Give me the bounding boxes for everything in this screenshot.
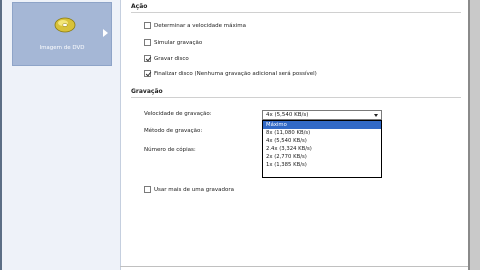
disc-icon: [54, 17, 76, 33]
speed-option[interactable]: Máximo: [263, 121, 381, 129]
checkbox-row-max-speed[interactable]: Determinar a velocidade máxima: [144, 22, 246, 29]
checkbox-label: Determinar a velocidade máxima: [154, 22, 247, 29]
sidebar: Imagem de DVD: [2, 0, 121, 270]
checkbox-row-finalize[interactable]: Finalizar disco (Nenhuma gravação adicio…: [144, 70, 317, 77]
speed-option[interactable]: 1x (1,385 KB/s): [263, 161, 381, 169]
speed-dropdown-list: Máximo 8x (11,080 KB/s) 4x (5,540 KB/s) …: [262, 120, 382, 178]
panel-bottom-border: [120, 266, 468, 267]
checkbox-row-write-disc[interactable]: Gravar disco: [144, 55, 189, 62]
sidebar-item-dvd-image[interactable]: Imagem de DVD: [12, 2, 112, 66]
checkbox-write-disc[interactable]: [144, 55, 151, 62]
speed-option[interactable]: 8x (11,080 KB/s): [263, 129, 381, 137]
speed-option[interactable]: 2.4x (3,324 KB/s): [263, 145, 381, 153]
speed-label: Velocidade de gravação:: [144, 111, 212, 117]
copies-label: Número de cópias:: [144, 147, 196, 153]
checkbox-label: Finalizar disco (Nenhuma gravação adicio…: [154, 70, 317, 77]
chevron-right-icon: [103, 29, 108, 37]
checkbox-max-speed[interactable]: [144, 22, 151, 29]
checkbox-label: Gravar disco: [154, 55, 189, 62]
checkbox-row-multi-recorder[interactable]: Usar mais de uma gravadora: [144, 186, 234, 193]
section-divider: [131, 12, 461, 13]
checkbox-multi-recorder[interactable]: [144, 186, 151, 193]
chevron-down-icon[interactable]: [374, 114, 378, 117]
sidebar-item-label: Imagem de DVD: [39, 45, 85, 51]
checkbox-label: Usar mais de uma gravadora: [154, 186, 234, 193]
section-divider: [131, 97, 461, 98]
speed-option[interactable]: 4x (5,540 KB/s): [263, 137, 381, 145]
speed-option[interactable]: 2x (2,770 KB/s): [263, 153, 381, 161]
section-title-acao: Ação: [131, 3, 148, 10]
speed-select-value: 4x (5,540 KB/s): [266, 112, 309, 118]
checkbox-finalize[interactable]: [144, 70, 151, 77]
checkbox-label: Simular gravação: [154, 39, 203, 46]
checkbox-row-simulate[interactable]: Simular gravação: [144, 39, 202, 46]
method-label: Método de gravação:: [144, 128, 203, 134]
checkbox-simulate[interactable]: [144, 39, 151, 46]
section-title-gravacao: Gravação: [131, 88, 163, 95]
speed-select[interactable]: 4x (5,540 KB/s): [262, 110, 382, 120]
window-right-border: [468, 0, 480, 270]
